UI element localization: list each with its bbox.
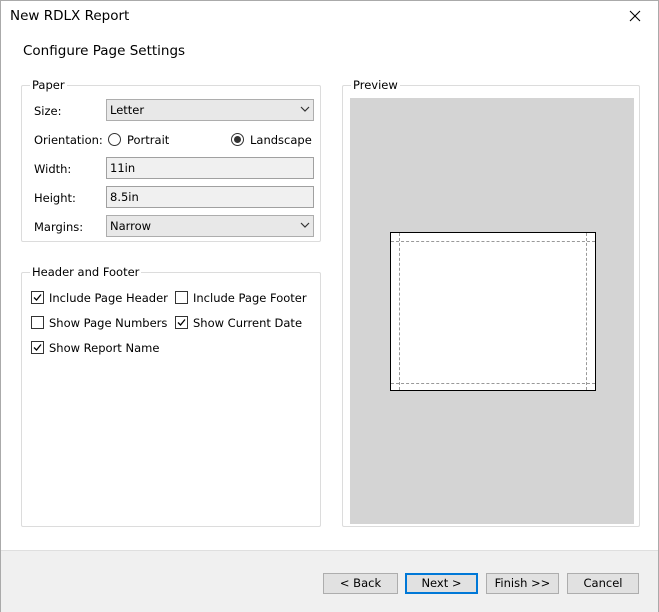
margins-select[interactable]: Narrow xyxy=(106,215,314,237)
portrait-radio-label[interactable]: Portrait xyxy=(127,133,169,147)
height-field[interactable]: 8.5in xyxy=(106,186,314,208)
show-current-date-label[interactable]: Show Current Date xyxy=(193,316,302,330)
left-margin-guide xyxy=(399,233,400,390)
cancel-button[interactable]: Cancel xyxy=(567,573,639,594)
show-report-name-checkbox[interactable] xyxy=(31,341,44,354)
checkmark-icon xyxy=(177,319,186,326)
size-select[interactable]: Letter xyxy=(106,99,314,121)
next-button[interactable]: Next > xyxy=(405,573,478,594)
show-page-numbers-checkbox[interactable] xyxy=(31,316,44,329)
chevron-down-icon xyxy=(300,222,310,228)
page-title: Configure Page Settings xyxy=(23,43,186,59)
width-field[interactable]: 11in xyxy=(106,157,314,179)
size-select-value: Letter xyxy=(110,103,145,117)
checkmark-icon xyxy=(33,344,42,351)
show-page-numbers-label[interactable]: Show Page Numbers xyxy=(49,316,167,330)
landscape-radio[interactable] xyxy=(231,133,244,146)
landscape-radio-label[interactable]: Landscape xyxy=(250,133,312,147)
show-current-date-checkbox[interactable] xyxy=(175,316,188,329)
button-bar: < Back Next > Finish >> Cancel xyxy=(1,550,658,612)
show-report-name-label[interactable]: Show Report Name xyxy=(49,341,159,355)
right-margin-guide xyxy=(586,233,587,390)
chevron-down-icon xyxy=(300,106,310,112)
dialog-window: New RDLX Report Configure Page Settings … xyxy=(0,0,659,612)
include-page-header-label[interactable]: Include Page Header xyxy=(49,291,168,305)
bottom-margin-guide xyxy=(391,383,595,384)
width-field-value: 11in xyxy=(110,161,136,175)
dialog-content: Configure Page Settings Paper Size: Lett… xyxy=(1,32,658,550)
margins-label: Margins: xyxy=(34,220,84,234)
close-button[interactable] xyxy=(614,1,658,32)
orientation-label: Orientation: xyxy=(34,133,103,147)
height-field-value: 8.5in xyxy=(110,190,139,204)
title-bar: New RDLX Report xyxy=(1,1,658,32)
back-button[interactable]: < Back xyxy=(323,573,398,594)
width-label: Width: xyxy=(34,162,72,176)
checkmark-icon xyxy=(33,294,42,301)
include-page-footer-label[interactable]: Include Page Footer xyxy=(193,291,307,305)
include-page-footer-checkbox[interactable] xyxy=(175,291,188,304)
preview-area xyxy=(350,98,634,524)
header-footer-group: Header and Footer Include Page Header In… xyxy=(21,265,321,527)
paper-group: Paper Size: Letter Orientation: Portrait… xyxy=(21,78,321,242)
portrait-radio[interactable] xyxy=(108,133,121,146)
top-margin-guide xyxy=(391,241,595,242)
height-label: Height: xyxy=(34,191,76,205)
preview-page xyxy=(390,232,596,391)
size-label: Size: xyxy=(34,104,62,118)
header-footer-group-label: Header and Footer xyxy=(30,265,142,279)
include-page-header-checkbox[interactable] xyxy=(31,291,44,304)
margins-select-value: Narrow xyxy=(110,219,152,233)
close-icon xyxy=(629,10,641,22)
finish-button[interactable]: Finish >> xyxy=(486,573,559,594)
preview-group-label: Preview xyxy=(351,78,400,92)
paper-group-label: Paper xyxy=(30,78,67,92)
window-title: New RDLX Report xyxy=(10,8,130,24)
